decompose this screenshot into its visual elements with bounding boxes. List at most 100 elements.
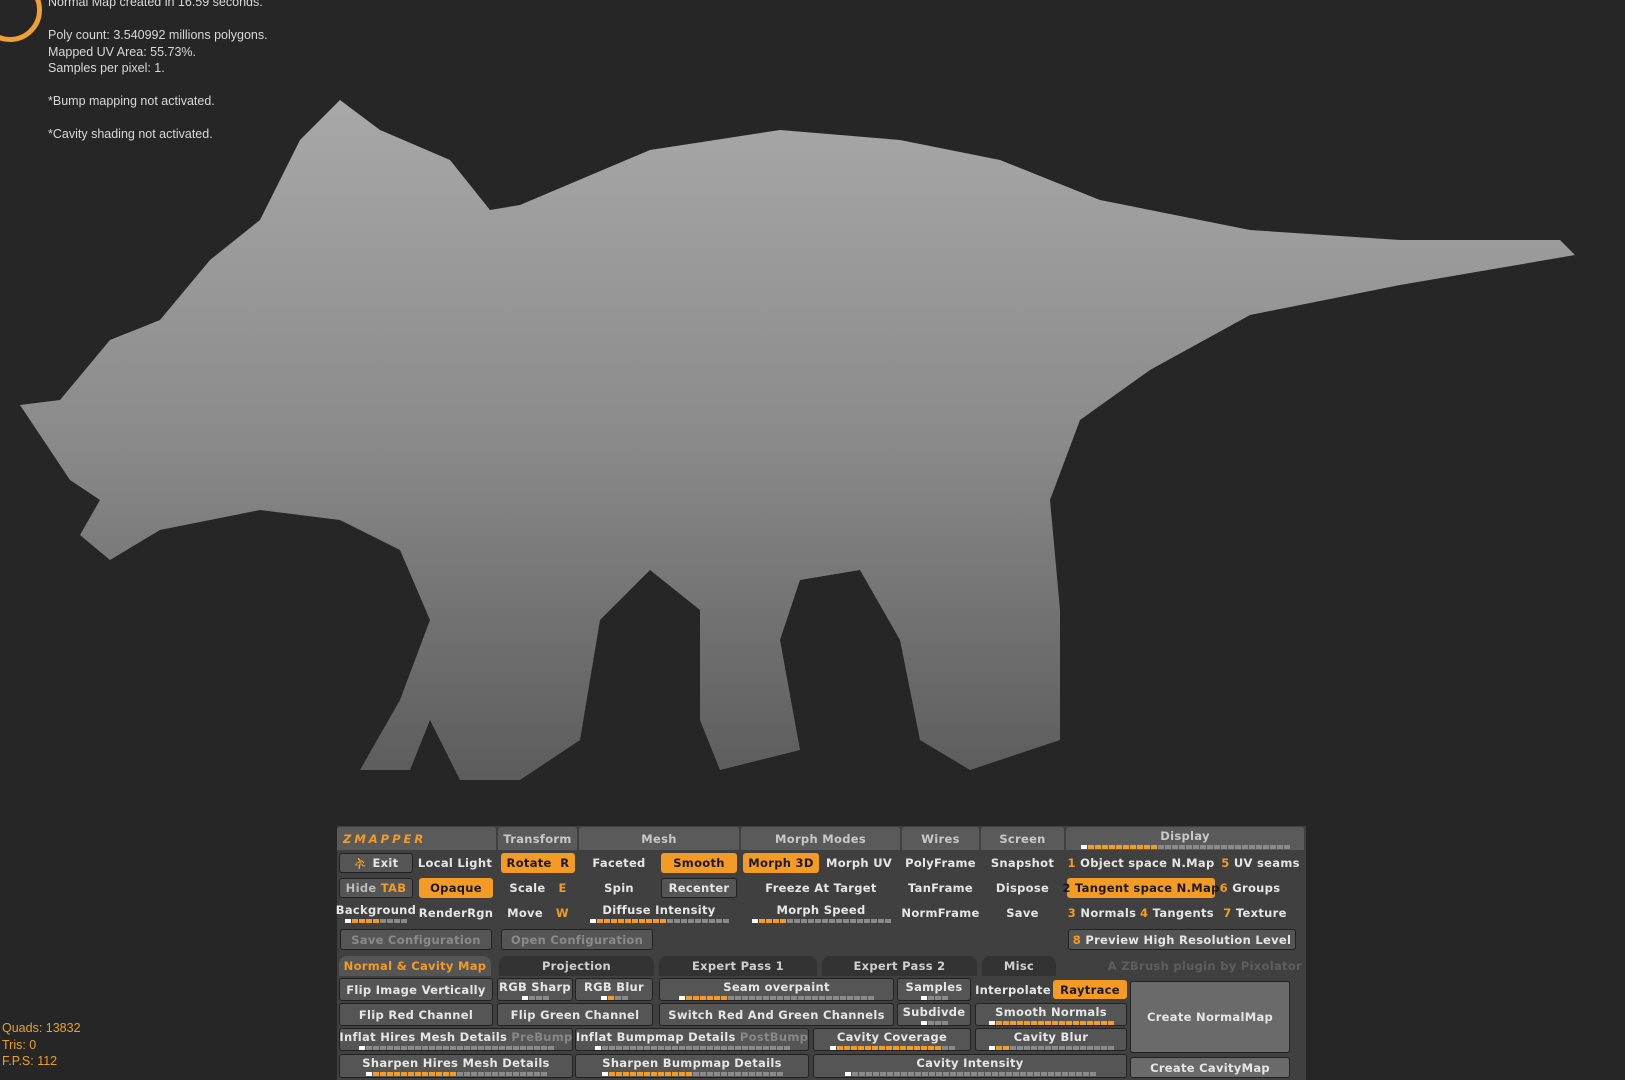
slider-segment — [1129, 844, 1136, 849]
slider-segment — [708, 919, 715, 923]
triceratops-model[interactable] — [0, 80, 1625, 800]
slider-segment — [614, 995, 621, 1000]
slider-segment — [1157, 844, 1164, 849]
display-normals[interactable]: 3 Normals — [1067, 903, 1137, 923]
sharpen-bumpmap-slider[interactable]: Sharpen Bumpmap Details — [575, 1054, 809, 1078]
slider-segment — [763, 995, 769, 1000]
slider-segment — [1199, 844, 1206, 849]
slider-segment — [400, 1072, 407, 1076]
diffuse-intensity-slider[interactable]: Diffuse Intensity — [581, 901, 737, 925]
slider-segment — [372, 1045, 379, 1050]
switch-red-green-button[interactable]: Switch Red And Green Channels — [659, 1003, 894, 1026]
hide-button[interactable]: Hide TAB — [339, 878, 413, 898]
snapshot-button[interactable]: Snapshot — [981, 853, 1064, 873]
slider-segment — [607, 995, 614, 1000]
display-object-space[interactable]: 1 Object space N.Map — [1067, 853, 1215, 873]
slider-segment — [1040, 1072, 1047, 1076]
inflat-bumpmap-slider[interactable]: Inflat Bumpmap Details PostBump — [575, 1028, 809, 1051]
tab-normal-cavity-map[interactable]: Normal & Cavity Map — [339, 956, 491, 976]
display-groups[interactable]: 6 Groups — [1217, 878, 1283, 898]
open-configuration-button[interactable]: Open Configuration — [501, 929, 653, 950]
slider-segment — [777, 995, 783, 1000]
tab-expert-pass-2[interactable]: Expert Pass 2 — [822, 956, 977, 976]
slider-segment — [949, 1072, 956, 1076]
opaque-toggle[interactable]: Opaque — [419, 878, 493, 898]
local-light-toggle[interactable]: Local Light — [415, 853, 495, 873]
dispose-button[interactable]: Dispose — [981, 878, 1064, 898]
exit-button[interactable]: ⛹ Exit — [339, 853, 413, 873]
tab-projection[interactable]: Projection — [499, 956, 654, 976]
display-tangent-space[interactable]: 2 Tangent space N.Map — [1062, 878, 1219, 898]
slider-segment — [608, 1045, 615, 1050]
slider-segment — [650, 1072, 657, 1076]
slider-segment — [819, 995, 825, 1000]
scale-toggle[interactable]: Scale E — [501, 878, 575, 898]
slider-segment — [1058, 1045, 1065, 1050]
create-normalmap-button[interactable]: Create NormalMap — [1130, 981, 1290, 1053]
slider-segment — [755, 1045, 762, 1050]
slider-segment — [843, 1045, 850, 1050]
create-cavitymap-button[interactable]: Create CavityMap — [1130, 1057, 1290, 1078]
sharpen-hires-slider[interactable]: Sharpen Hires Mesh Details — [339, 1054, 573, 1078]
smooth-normals-slider[interactable]: Smooth Normals — [975, 1003, 1127, 1026]
render-region-toggle[interactable]: RenderRgn — [417, 901, 495, 925]
cavity-blur-slider[interactable]: Cavity Blur — [975, 1028, 1127, 1051]
faceted-toggle[interactable]: Faceted — [581, 853, 657, 873]
flip-green-channel-button[interactable]: Flip Green Channel — [497, 1003, 653, 1026]
smooth-toggle[interactable]: Smooth — [661, 853, 737, 873]
save-configuration-button[interactable]: Save Configuration — [340, 929, 492, 950]
tab-misc[interactable]: Misc — [982, 956, 1056, 976]
slider-segment — [1107, 1045, 1114, 1050]
slider-segment — [734, 1072, 741, 1076]
rgb-blur-slider[interactable]: RGB Blur — [575, 978, 653, 1001]
preview-high-res-button[interactable]: 8 Preview High Resolution Level — [1068, 929, 1296, 950]
rgb-sharp-slider[interactable]: RGB Sharp — [497, 978, 573, 1001]
normframe-toggle[interactable]: NormFrame — [901, 903, 979, 923]
raytrace-toggle[interactable]: Raytrace — [1053, 980, 1127, 999]
slider-segment — [995, 1045, 1002, 1050]
slider-segment — [1234, 844, 1241, 849]
slider-segment — [664, 1045, 671, 1050]
display-uv-seams[interactable]: 5 UV seams — [1217, 853, 1304, 873]
flip-red-channel-button[interactable]: Flip Red Channel — [339, 1003, 493, 1026]
display-texture[interactable]: 7 Texture — [1217, 903, 1293, 923]
display-slider[interactable] — [1080, 844, 1290, 849]
background-slider[interactable]: Background — [336, 901, 416, 925]
slider-segment — [463, 1072, 470, 1076]
display-tangents[interactable]: 4 Tangents — [1139, 903, 1215, 923]
tanframe-toggle[interactable]: TanFrame — [902, 878, 979, 898]
morph-speed-slider[interactable]: Morph Speed — [743, 901, 899, 925]
slider-segment — [1094, 844, 1101, 849]
slider-segment — [706, 1072, 713, 1076]
slider-segment — [907, 1072, 914, 1076]
cavity-coverage-slider[interactable]: Cavity Coverage — [813, 1028, 971, 1051]
morph-uv-toggle[interactable]: Morph UV — [821, 853, 897, 873]
slider-segment — [879, 1072, 886, 1076]
slider-segment — [934, 1045, 941, 1050]
slider-segment — [601, 1072, 608, 1076]
scene-stats: Quads: 13832 Tris: 0 F.P.S: 112 — [2, 1020, 81, 1070]
slider-segment — [742, 995, 748, 1000]
inflat-hires-slider[interactable]: Inflat Hires Mesh Details PreBump — [339, 1028, 573, 1051]
samples-slider[interactable]: Samples — [897, 978, 971, 1001]
slider-segment — [886, 1072, 893, 1076]
seam-overpaint-slider[interactable]: Seam overpaint — [659, 978, 894, 1001]
header-display[interactable]: Display — [1066, 827, 1304, 850]
move-toggle[interactable]: Move W — [501, 903, 575, 923]
flip-image-vertically-button[interactable]: Flip Image Vertically — [339, 978, 493, 1001]
slider-segment — [770, 995, 776, 1000]
rotate-toggle[interactable]: Rotate R — [501, 853, 575, 873]
slider-segment — [671, 1072, 678, 1076]
slider-segment — [1026, 1072, 1033, 1076]
subdivide-slider[interactable]: Subdivde — [897, 1003, 971, 1026]
freeze-at-target-button[interactable]: Freeze At Target — [743, 878, 899, 898]
polyframe-toggle[interactable]: PolyFrame — [902, 853, 979, 873]
save-button[interactable]: Save — [981, 903, 1064, 923]
interpolate-toggle[interactable]: Interpolate — [975, 978, 1051, 1001]
slider-segment — [762, 1072, 769, 1076]
cavity-intensity-slider[interactable]: Cavity Intensity — [813, 1054, 1127, 1078]
spin-toggle[interactable]: Spin — [581, 878, 657, 898]
recenter-button[interactable]: Recenter — [661, 878, 737, 898]
tab-expert-pass-1[interactable]: Expert Pass 1 — [659, 956, 817, 976]
morph-3d-toggle[interactable]: Morph 3D — [743, 853, 819, 873]
